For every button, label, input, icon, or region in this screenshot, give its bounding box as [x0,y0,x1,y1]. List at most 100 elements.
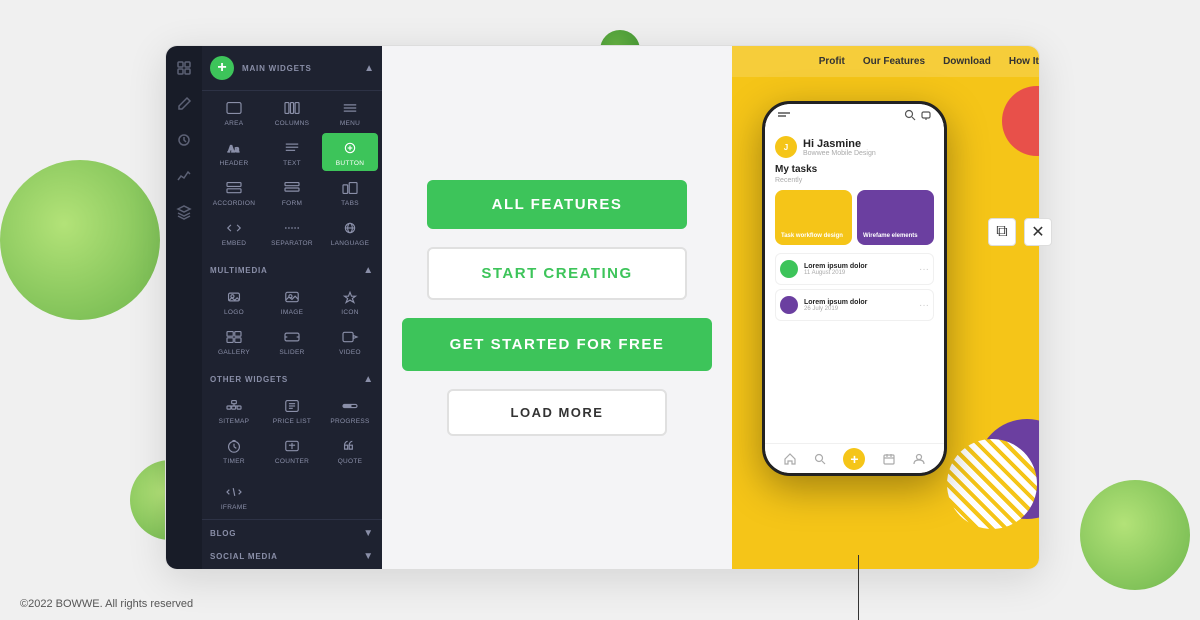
stripe-pattern [947,439,1037,529]
editor-window: + MAIN WIDGETS ▲ AREA COLUM [165,45,1040,570]
task-list-item-1: Lorem ipsum dolor 11 August 2019 ··· [775,253,934,285]
deco-circle-green-right [1080,480,1190,590]
price-list-icon [281,397,303,415]
widget-menu[interactable]: MENU [322,93,378,131]
task-card-purple: Wirefame elements [857,190,934,245]
gallery-icon [223,328,245,346]
add-fab-button[interactable]: + [843,448,865,470]
timer-icon [223,437,245,455]
task-avatar-2 [780,296,798,314]
load-more-button[interactable]: LOAD MORE [447,389,667,436]
tasks-label: My tasks [775,164,934,175]
other-widgets-chevron: ▲ [363,374,374,385]
task-list-item-2: Lorem ipsum dolor 26 July 2019 ··· [775,289,934,321]
widget-text[interactable]: TEXT [264,133,320,171]
get-started-button[interactable]: GET STARTED FOR FREE [402,318,712,371]
preview-panel: Profit Our Features Download How It Work… [732,46,1040,569]
phone-greeting: J Hi Jasmine Bowwee Mobile Design [775,136,934,158]
hamburger-icon [777,111,791,119]
widget-slider[interactable]: SLIDER [264,322,320,360]
language-icon [339,219,361,237]
other-widgets-section-header[interactable]: OTHER WIDGETS ▲ [202,366,382,389]
preview-nav: Profit Our Features Download How It Work… [732,46,1040,77]
main-canvas: ALL FEATURES START CREATING GET STARTED … [382,46,732,569]
resize-button[interactable]: ⧉ [988,218,1016,246]
other-widgets-grid: SITEMAP PRICE LIST PROGRESS [202,389,382,475]
widget-video[interactable]: VIDEO [322,322,378,360]
task-dots-1: ··· [919,264,929,275]
widget-icon-w[interactable]: ICON [322,282,378,320]
strip-icon-pen[interactable] [174,130,194,150]
strip-icon-layers[interactable] [174,58,194,78]
nav-profit[interactable]: Profit [819,56,845,67]
all-features-button[interactable]: ALL FEATURES [427,180,687,229]
widget-gallery[interactable]: GALLERY [206,322,262,360]
task-card-yellow: Task workflow design [775,190,852,245]
phone-mockup: J Hi Jasmine Bowwee Mobile Design My tas… [762,101,947,476]
phone-top-icons [904,109,932,121]
notification-icon-phone [920,109,932,121]
widget-header[interactable]: Aa HEADER [206,133,262,171]
collapse-icon[interactable]: ▲ [364,63,374,74]
strip-icon-chart[interactable] [174,166,194,186]
greeting-block: Hi Jasmine Bowwee Mobile Design [803,138,876,157]
form-icon [281,179,303,197]
phone-content: J Hi Jasmine Bowwee Mobile Design My tas… [765,126,944,443]
widget-form[interactable]: FORM [264,173,320,211]
home-icon-phone [783,452,797,466]
widget-progress[interactable]: PROGRESS [322,391,378,429]
footer: ©2022 BOWWE. All rights reserved [20,598,193,610]
widget-image[interactable]: IMAGE [264,282,320,320]
add-widget-button[interactable]: + [210,56,234,80]
widget-sitemap[interactable]: SITEMAP [206,391,262,429]
social-chevron: ▼ [363,551,374,562]
widget-tabs[interactable]: TABS [322,173,378,211]
widget-separator[interactable]: SEPARATOR [264,213,320,251]
nav-features[interactable]: Our Features [863,56,925,67]
widget-button[interactable]: BUTTON [322,133,378,171]
widget-logo[interactable]: LOGO [206,282,262,320]
widget-columns[interactable]: COLUMNS [264,93,320,131]
widget-timer[interactable]: TIMER [206,431,262,469]
calendar-icon-bottom [882,452,896,466]
external-section-header[interactable]: EXTERNAL APPS ▼ [202,566,382,569]
task-dots-2: ··· [919,300,929,311]
user-avatar: J [775,136,797,158]
editor-controls: ⧉ ✕ [988,218,1052,246]
multimedia-chevron: ▲ [363,265,374,276]
widget-embed[interactable]: EMBED [206,213,262,251]
widget-language[interactable]: LANGUAGE [322,213,378,251]
widget-area[interactable]: AREA [206,93,262,131]
embed-icon [223,219,245,237]
phone-bottom-bar: + [765,443,944,473]
strip-icon-stack[interactable] [174,202,194,222]
deco-stripe [947,439,1037,529]
widget-accordion[interactable]: ACCORDION [206,173,262,211]
blog-section-header[interactable]: BLOG ▼ [202,519,382,543]
search-icon-phone [904,109,916,121]
phone-status-bar [765,104,944,126]
nav-download[interactable]: Download [943,56,991,67]
task-cards-row: Task workflow design Wirefame elements [775,190,934,245]
iframe-grid: IFRAME [202,475,382,515]
sidebar-strip [166,46,202,569]
page-background: + MAIN WIDGETS ▲ AREA COLUM [0,0,1200,620]
strip-icon-edit[interactable] [174,94,194,114]
quote-icon [339,437,361,455]
social-section-header[interactable]: SOCIAL MEDIA ▼ [202,543,382,566]
task-avatar-1 [780,260,798,278]
widget-iframe[interactable]: IFRAME [206,477,262,515]
multimedia-section-header[interactable]: MULTIMEDIA ▲ [202,257,382,280]
nav-how-it-works[interactable]: How It Works [1009,56,1040,67]
widget-quote[interactable]: QUOTE [322,431,378,469]
tabs-icon [339,179,361,197]
widget-counter[interactable]: COUNTER [264,431,320,469]
blog-chevron: ▼ [363,528,374,539]
widget-price-list[interactable]: PRICE LIST [264,391,320,429]
sidebar-panel: + MAIN WIDGETS ▲ AREA COLUM [202,46,382,569]
phone-screen: J Hi Jasmine Bowwee Mobile Design My tas… [765,104,944,473]
image-icon [281,288,303,306]
close-button[interactable]: ✕ [1024,218,1052,246]
start-creating-button[interactable]: START CREATING [427,247,687,300]
counter-icon [281,437,303,455]
